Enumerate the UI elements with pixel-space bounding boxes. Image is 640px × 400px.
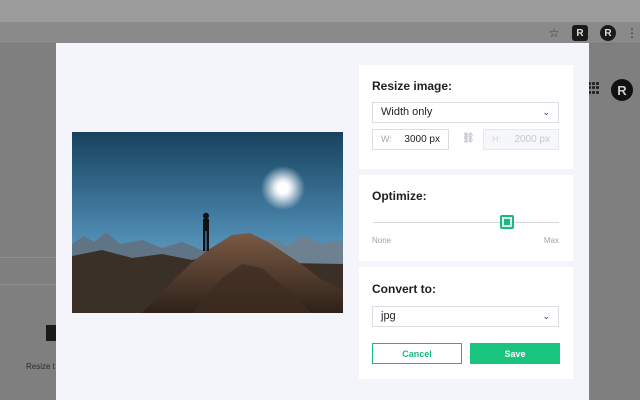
save-button[interactable]: Save bbox=[470, 343, 560, 364]
width-label: W: bbox=[381, 134, 392, 144]
width-field[interactable]: W: 3000 px bbox=[372, 129, 449, 150]
apps-grid-icon[interactable] bbox=[588, 82, 600, 94]
resize-mode-value: Width only bbox=[381, 106, 433, 118]
image-preview bbox=[72, 132, 343, 313]
height-value: 2000 px bbox=[514, 134, 550, 145]
optimize-slider-handle[interactable] bbox=[499, 215, 514, 229]
resize-title: Resize image: bbox=[372, 79, 453, 93]
account-avatar[interactable]: R bbox=[611, 79, 633, 101]
resize-dialog: Resize image: Width only ⌄ W: 3000 px ⛓ … bbox=[56, 43, 589, 400]
browser-menu-icon[interactable]: ⋮ bbox=[624, 25, 640, 41]
format-select[interactable]: jpg ⌄ bbox=[372, 306, 559, 327]
chevron-down-icon: ⌄ bbox=[542, 107, 550, 117]
optimize-panel: Optimize: None Max bbox=[359, 175, 573, 261]
link-icon[interactable]: ⛓ bbox=[462, 133, 475, 147]
profile-avatar[interactable]: R bbox=[600, 25, 616, 41]
height-field: H: 2000 px bbox=[483, 129, 559, 150]
browser-tab-strip bbox=[0, 0, 640, 22]
slider-min-label: None bbox=[372, 236, 392, 245]
convert-title: Convert to: bbox=[372, 282, 436, 296]
extension-r-icon[interactable]: R bbox=[572, 25, 588, 41]
format-value: jpg bbox=[381, 310, 396, 322]
cancel-button[interactable]: Cancel bbox=[372, 343, 462, 364]
resize-mode-select[interactable]: Width only ⌄ bbox=[372, 102, 559, 123]
slider-max-label: Max bbox=[543, 236, 559, 245]
divider bbox=[0, 284, 56, 285]
convert-panel: Convert to: jpg ⌄ Cancel Save bbox=[359, 267, 573, 379]
optimize-title: Optimize: bbox=[372, 189, 427, 203]
divider bbox=[0, 257, 56, 258]
resize-panel: Resize image: Width only ⌄ W: 3000 px ⛓ … bbox=[359, 65, 573, 169]
background-caption: Resize t bbox=[26, 362, 55, 371]
browser-toolbar bbox=[0, 22, 640, 44]
bookmark-star-icon[interactable]: ☆ bbox=[546, 25, 562, 41]
optimize-slider-track[interactable] bbox=[373, 222, 559, 223]
width-value: 3000 px bbox=[404, 134, 440, 145]
mountain-photo bbox=[72, 132, 343, 313]
height-label: H: bbox=[492, 134, 501, 144]
chevron-down-icon: ⌄ bbox=[542, 311, 550, 321]
